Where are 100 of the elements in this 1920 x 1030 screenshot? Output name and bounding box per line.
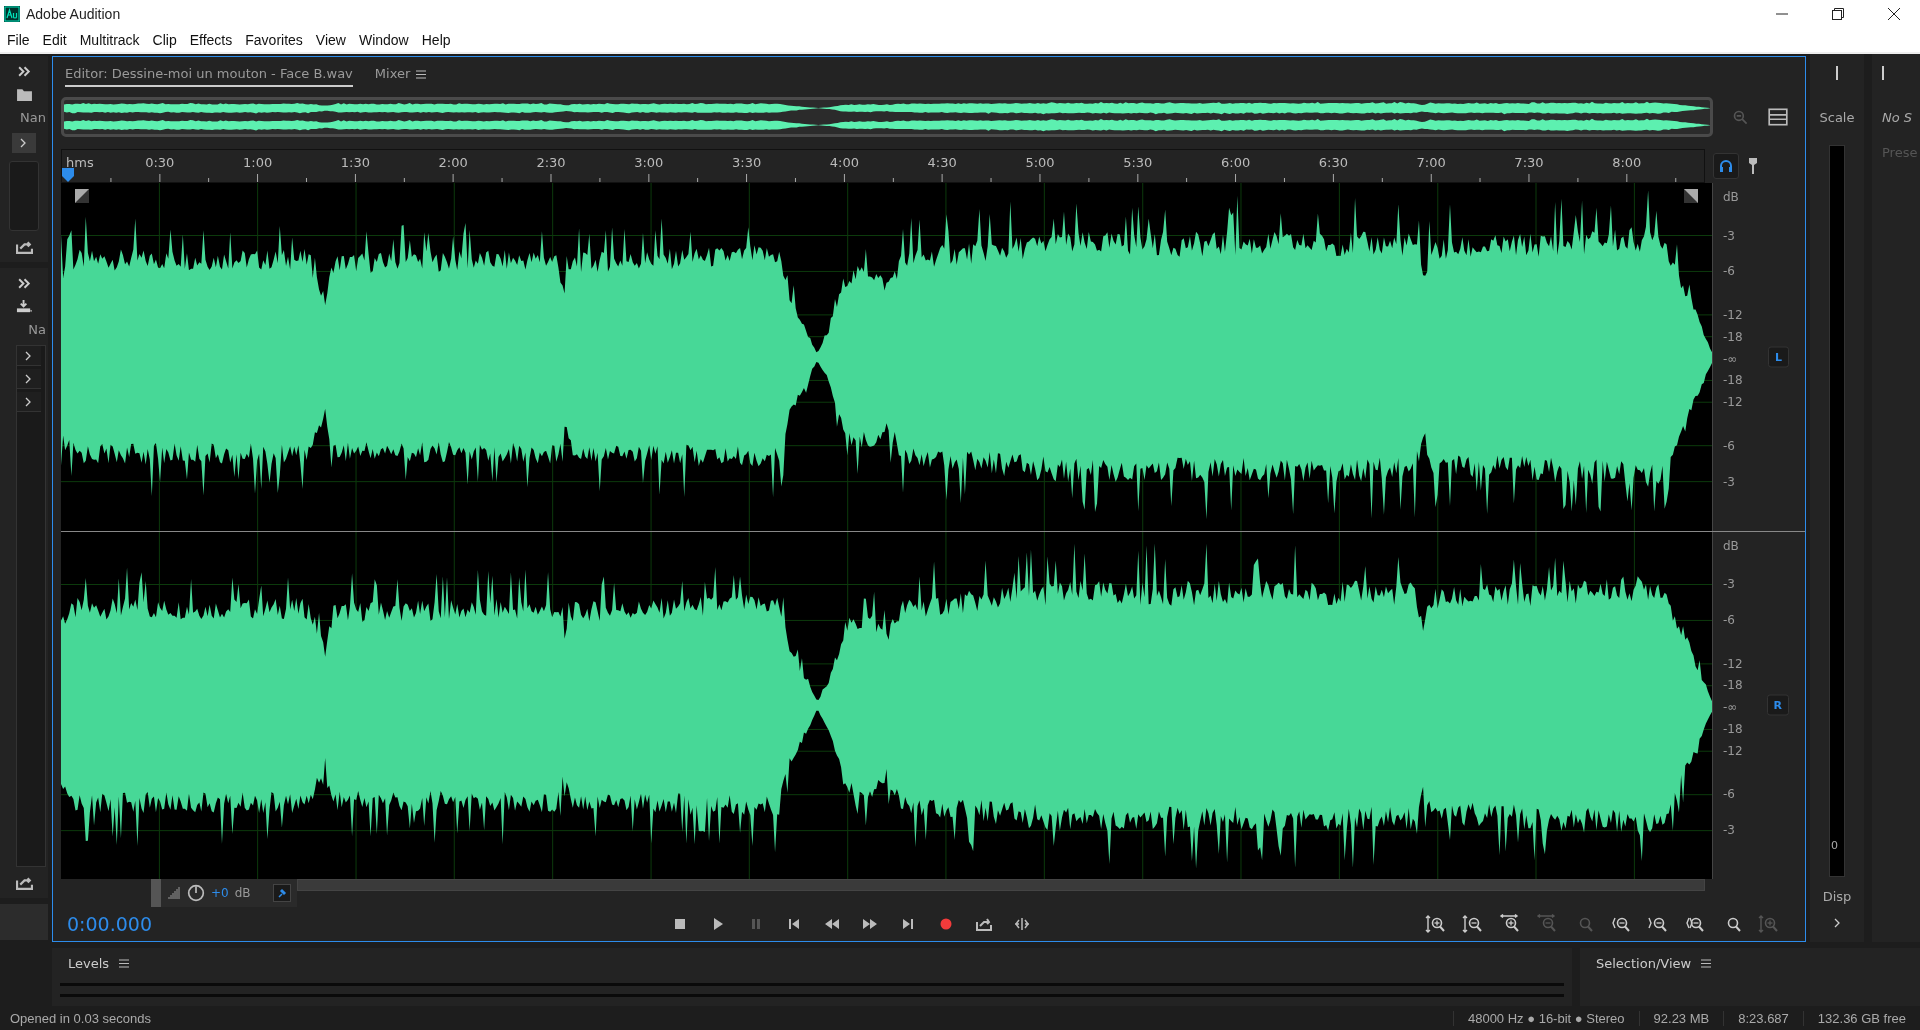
ruler-label: 4:30 xyxy=(927,155,957,170)
menu-icon[interactable] xyxy=(1701,959,1712,969)
expand-button[interactable] xyxy=(17,369,41,389)
zoom-icon xyxy=(1462,914,1484,935)
ruler-label: 6:30 xyxy=(1318,155,1348,170)
ruler-label: 6:00 xyxy=(1221,155,1251,170)
db-label: -6 xyxy=(1723,438,1735,453)
fade-out-handle-icon[interactable] xyxy=(1684,189,1698,203)
ruler-label: 4:00 xyxy=(829,155,859,170)
status-disk-space: 132.36 GB free xyxy=(1802,1010,1920,1026)
menu-item[interactable]: Clip xyxy=(152,32,177,48)
db-label: -12 xyxy=(1723,656,1743,671)
close-icon[interactable] xyxy=(1888,8,1900,20)
ruler-label: 3:30 xyxy=(732,155,762,170)
window-title: Adobe Audition xyxy=(26,6,121,22)
db-label: -18 xyxy=(1723,722,1743,737)
ruler-label: 1:30 xyxy=(340,155,370,170)
channel-badge[interactable]: L xyxy=(1768,346,1789,368)
menu-item[interactable]: Multitrack xyxy=(79,32,140,48)
list-panel xyxy=(9,161,39,231)
channel-badge[interactable]: R xyxy=(1766,695,1789,716)
menu-item[interactable]: File xyxy=(7,32,30,48)
db-label: dB xyxy=(1723,538,1739,553)
menu-item[interactable]: Favorites xyxy=(245,32,303,48)
db-label: -12 xyxy=(1723,395,1743,410)
meter-label: 0 xyxy=(1831,839,1838,853)
skip-selection-icon xyxy=(1014,916,1030,933)
panel-title: Levels xyxy=(68,956,110,972)
column-header: Na xyxy=(28,322,46,337)
marker-icon[interactable] xyxy=(1749,158,1757,174)
menu-item[interactable]: Edit xyxy=(42,32,67,48)
app-logo-icon xyxy=(4,6,20,22)
headphones-button[interactable] xyxy=(1713,153,1739,179)
overview-waveform[interactable] xyxy=(61,97,1713,137)
db-label: -3 xyxy=(1723,577,1735,592)
menu-item[interactable]: View xyxy=(315,32,346,48)
panel-title: Selection/View xyxy=(1596,956,1692,972)
gain-knob[interactable] xyxy=(187,884,205,903)
export-icon[interactable] xyxy=(15,875,33,891)
expand-button[interactable] xyxy=(12,133,36,153)
ruler-label: 2:30 xyxy=(536,155,566,170)
expand-button[interactable] xyxy=(17,392,41,412)
export-icon[interactable] xyxy=(15,239,33,254)
ruler-label: 8:00 xyxy=(1612,155,1642,170)
db-label: -12 xyxy=(1723,743,1743,758)
pin-icon xyxy=(276,888,287,899)
import-icon[interactable] xyxy=(15,299,33,314)
ruler-label: 3:00 xyxy=(634,155,664,170)
status-message: Opened in 0.03 seconds xyxy=(10,1010,152,1026)
headphones-icon xyxy=(1719,159,1733,173)
playhead-icon[interactable] xyxy=(62,168,74,182)
time-display: 0:00.000 xyxy=(67,913,153,936)
menu-icon[interactable] xyxy=(416,69,427,79)
folder-icon[interactable] xyxy=(15,87,33,102)
tab[interactable]: Editor: Dessine-moi un mouton - Face B.wav xyxy=(65,61,353,87)
gain-hud[interactable]: +0 dB xyxy=(151,879,297,908)
ruler-label: 7:00 xyxy=(1416,155,1446,170)
time-ruler[interactable]: hms 0:30 1:00 1:30 2:00 2:30 3:00 3:30 4:00 4:30 5:00 5:30 6:00 6:30 7:00 7:30 8:00 xyxy=(61,149,1705,183)
menu-item[interactable]: Help xyxy=(421,32,451,48)
db-label: -∞ xyxy=(1723,351,1738,366)
status-duration: 8:23.687 xyxy=(1723,1010,1803,1026)
chevron-icon xyxy=(24,350,32,361)
db-label: -3 xyxy=(1723,823,1735,838)
db-label: -3 xyxy=(1723,228,1735,243)
zoom-icon xyxy=(1758,914,1780,935)
db-label: -18 xyxy=(1723,373,1743,388)
menu-item[interactable]: Window xyxy=(358,32,409,48)
menu-item[interactable]: Effects xyxy=(189,32,233,48)
preset-label: No S xyxy=(1882,110,1914,125)
chevron-icon xyxy=(19,138,27,148)
fade-in-handle-icon[interactable] xyxy=(75,189,89,203)
expand-button[interactable] xyxy=(17,346,41,366)
db-label: -18 xyxy=(1723,329,1743,344)
gain-unit: dB xyxy=(234,886,251,901)
chevron-icon xyxy=(24,396,32,407)
loop-icon xyxy=(976,916,992,933)
scrollbar-thumb[interactable] xyxy=(296,879,1705,892)
ruler-label: 2:00 xyxy=(438,155,468,170)
db-label: -3 xyxy=(1723,474,1735,489)
tab[interactable]: Mixer xyxy=(374,61,411,87)
status-file-size: 92.23 MB xyxy=(1638,1010,1724,1026)
ruler-label: 1:00 xyxy=(243,155,273,170)
restore-icon[interactable] xyxy=(1832,8,1844,20)
chevron-icon xyxy=(24,373,32,384)
panel-label: Disp xyxy=(1822,889,1852,905)
signal-icon xyxy=(167,887,181,900)
list-icon[interactable] xyxy=(1767,106,1789,128)
db-label: -∞ xyxy=(1723,700,1738,715)
db-label: -12 xyxy=(1723,307,1743,322)
gain-value: +0 xyxy=(211,886,229,901)
pin-button[interactable] xyxy=(272,884,291,903)
db-label: dB xyxy=(1723,189,1739,204)
menu-icon[interactable] xyxy=(119,959,130,969)
ruler-label: 5:00 xyxy=(1025,155,1055,170)
expand-icon[interactable] xyxy=(1833,918,1841,929)
zoom-icon xyxy=(1425,914,1447,935)
db-label: -6 xyxy=(1723,787,1735,802)
ruler-label: 0:30 xyxy=(145,155,175,170)
db-label: -6 xyxy=(1723,613,1735,628)
column-header: Nan xyxy=(20,110,46,125)
